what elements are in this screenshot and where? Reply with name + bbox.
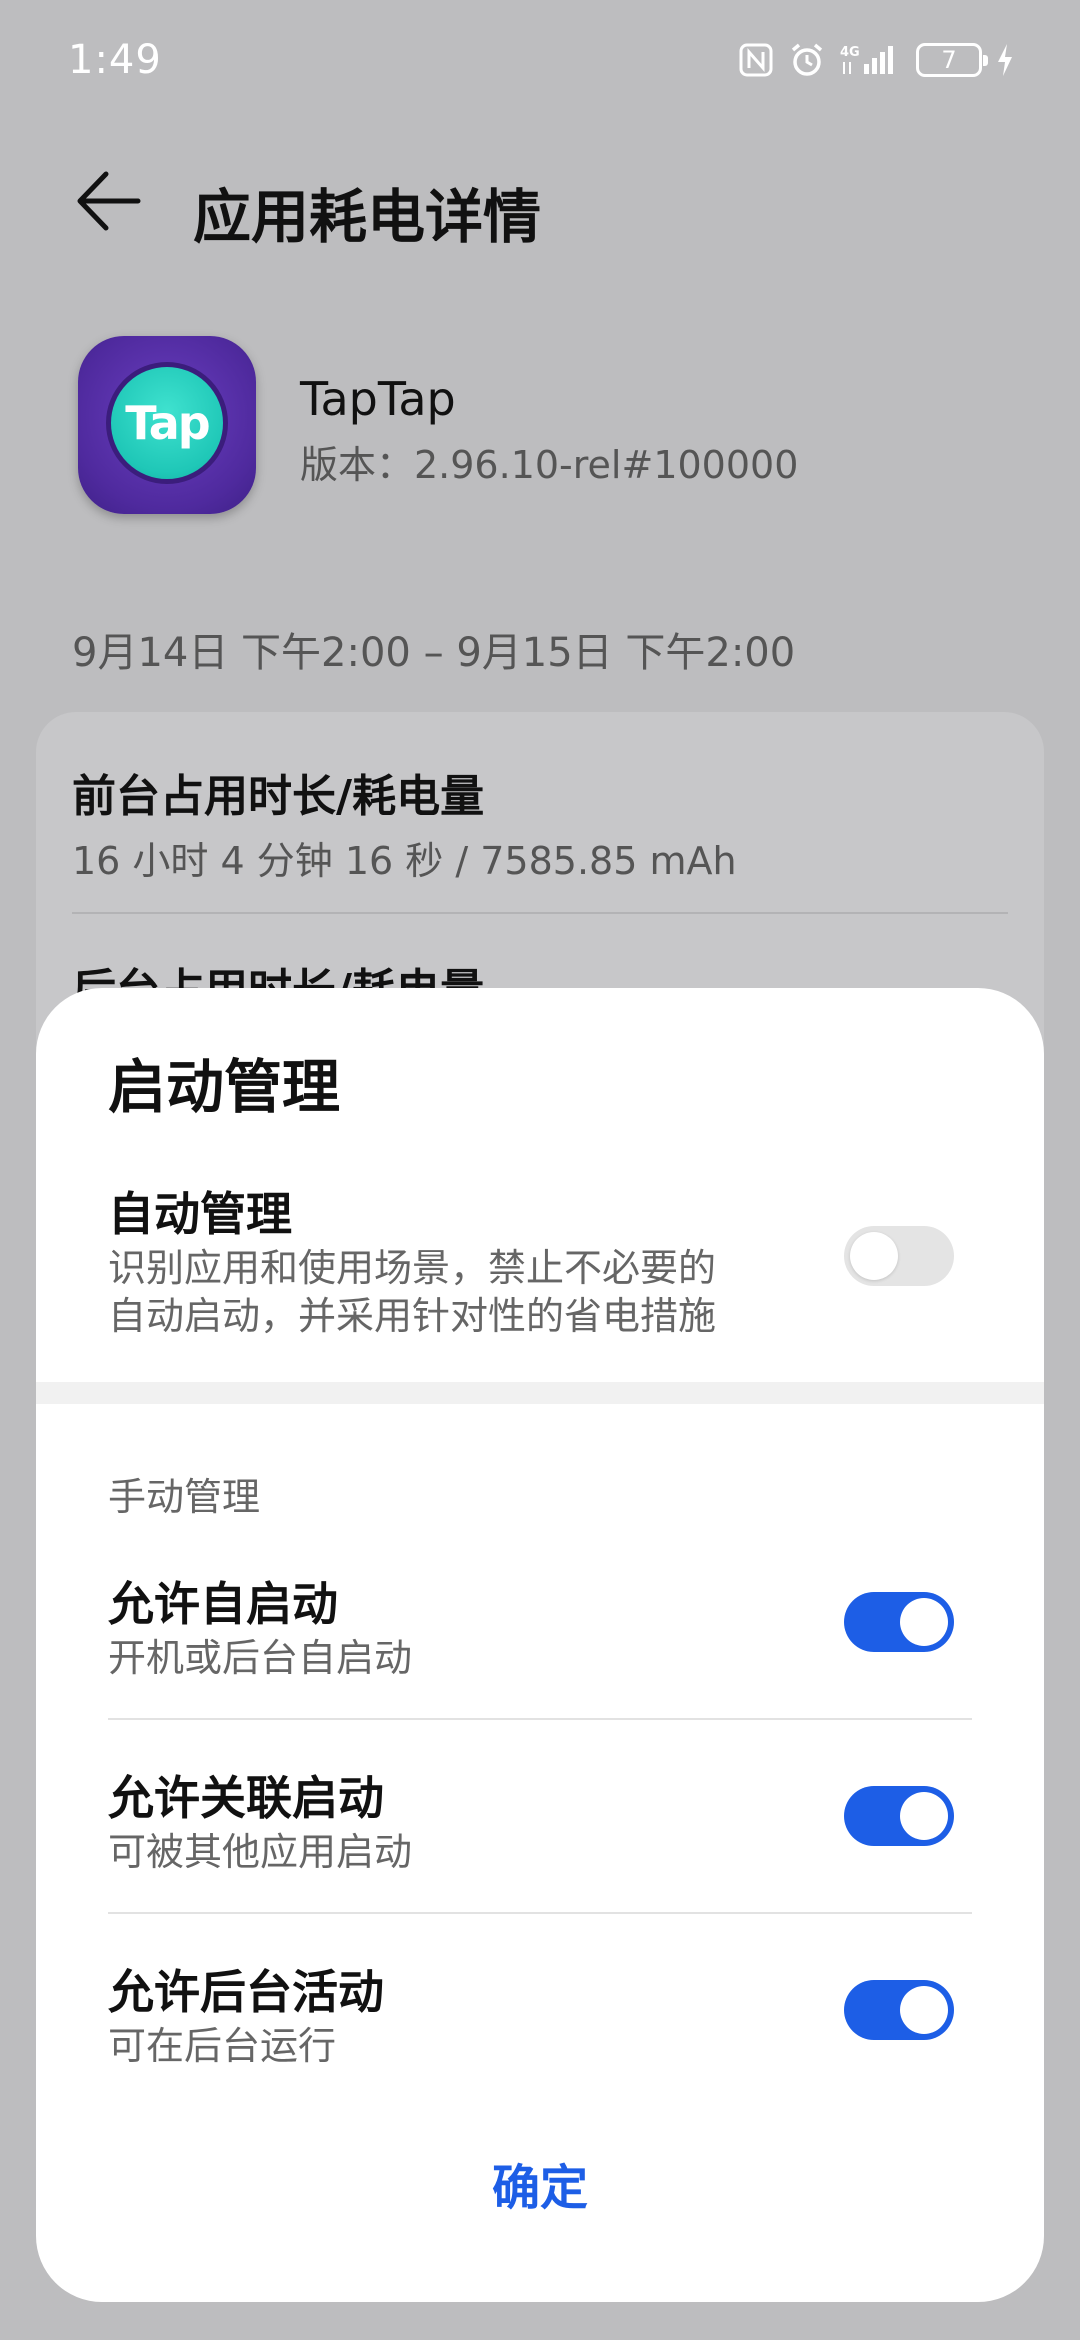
- allow-associated-start-toggle[interactable]: [844, 1786, 954, 1846]
- signal-icon: 4G: [840, 42, 902, 78]
- allow-background-activity-title: 允许后台活动: [108, 1965, 384, 2019]
- toggle-knob: [900, 1986, 948, 2034]
- battery-level: 7: [941, 46, 957, 74]
- toggle-knob: [900, 1598, 948, 1646]
- allow-auto-start-toggle[interactable]: [844, 1592, 954, 1652]
- auto-management-desc-line1: 识别应用和使用场景，禁止不必要的: [108, 1246, 717, 1290]
- auto-management-toggle[interactable]: [844, 1226, 954, 1286]
- toggle-knob: [900, 1792, 948, 1840]
- allow-auto-start-row[interactable]: 允许自启动 开机或后台自启动: [36, 1526, 1044, 1720]
- allow-associated-start-title: 允许关联启动: [108, 1771, 384, 1825]
- allow-background-activity-desc: 可在后台运行: [108, 2024, 337, 2068]
- allow-background-activity-toggle[interactable]: [844, 1980, 954, 2040]
- allow-auto-start-title: 允许自启动: [108, 1577, 338, 1631]
- foreground-usage-title: 前台占用时长/耗电量: [72, 771, 485, 822]
- allow-associated-start-row[interactable]: 允许关联启动 可被其他应用启动: [36, 1720, 1044, 1914]
- charging-icon: [996, 43, 1014, 77]
- divider: [72, 912, 1008, 914]
- battery-icon: 7: [916, 43, 988, 77]
- allow-associated-start-desc: 可被其他应用启动: [108, 1830, 413, 1874]
- page-title: 应用耗电详情: [193, 183, 542, 251]
- nfc-icon: [738, 42, 774, 78]
- auto-management-title: 自动管理: [108, 1187, 292, 1241]
- section-separator: [36, 1382, 1044, 1404]
- back-arrow-icon[interactable]: [72, 168, 142, 234]
- auto-management-desc-line2: 自动启动，并采用针对性的省电措施: [108, 1294, 717, 1338]
- confirm-button[interactable]: 确定: [36, 2138, 1044, 2228]
- app-bar: 应用耗电详情: [0, 150, 1080, 251]
- allow-auto-start-desc: 开机或后台自启动: [108, 1636, 413, 1680]
- network-type-label: 4G: [840, 45, 860, 60]
- foreground-usage-value: 16 小时 4 分钟 16 秒 / 7585.85 mAh: [72, 839, 737, 883]
- dialog-title: 启动管理: [108, 1053, 341, 1121]
- status-time: 1:49: [68, 37, 162, 83]
- auto-management-row[interactable]: 自动管理 识别应用和使用场景，禁止不必要的 自动启动，并采用针对性的省电措施: [36, 1178, 1044, 1368]
- startup-management-dialog: 启动管理 自动管理 识别应用和使用场景，禁止不必要的 自动启动，并采用针对性的省…: [36, 988, 1044, 2302]
- status-icons: 4G 7: [738, 41, 1014, 79]
- manual-management-label: 手动管理: [108, 1475, 261, 1519]
- app-icon: Tap: [78, 336, 256, 514]
- toggle-knob: [850, 1232, 898, 1280]
- app-version: 版本：2.96.10-rel#100000: [300, 443, 799, 487]
- app-info: Tap TapTap 版本：2.96.10-rel#100000: [0, 330, 1080, 530]
- app-logo: Tap: [106, 362, 228, 484]
- date-range: 9月14日 下午2:00 – 9月15日 下午2:00: [72, 630, 796, 676]
- status-bar: 1:49 4G 7: [0, 0, 1080, 120]
- allow-background-activity-row[interactable]: 允许后台活动 可在后台运行: [36, 1914, 1044, 2108]
- alarm-icon: [788, 41, 826, 79]
- app-name: TapTap: [300, 372, 456, 426]
